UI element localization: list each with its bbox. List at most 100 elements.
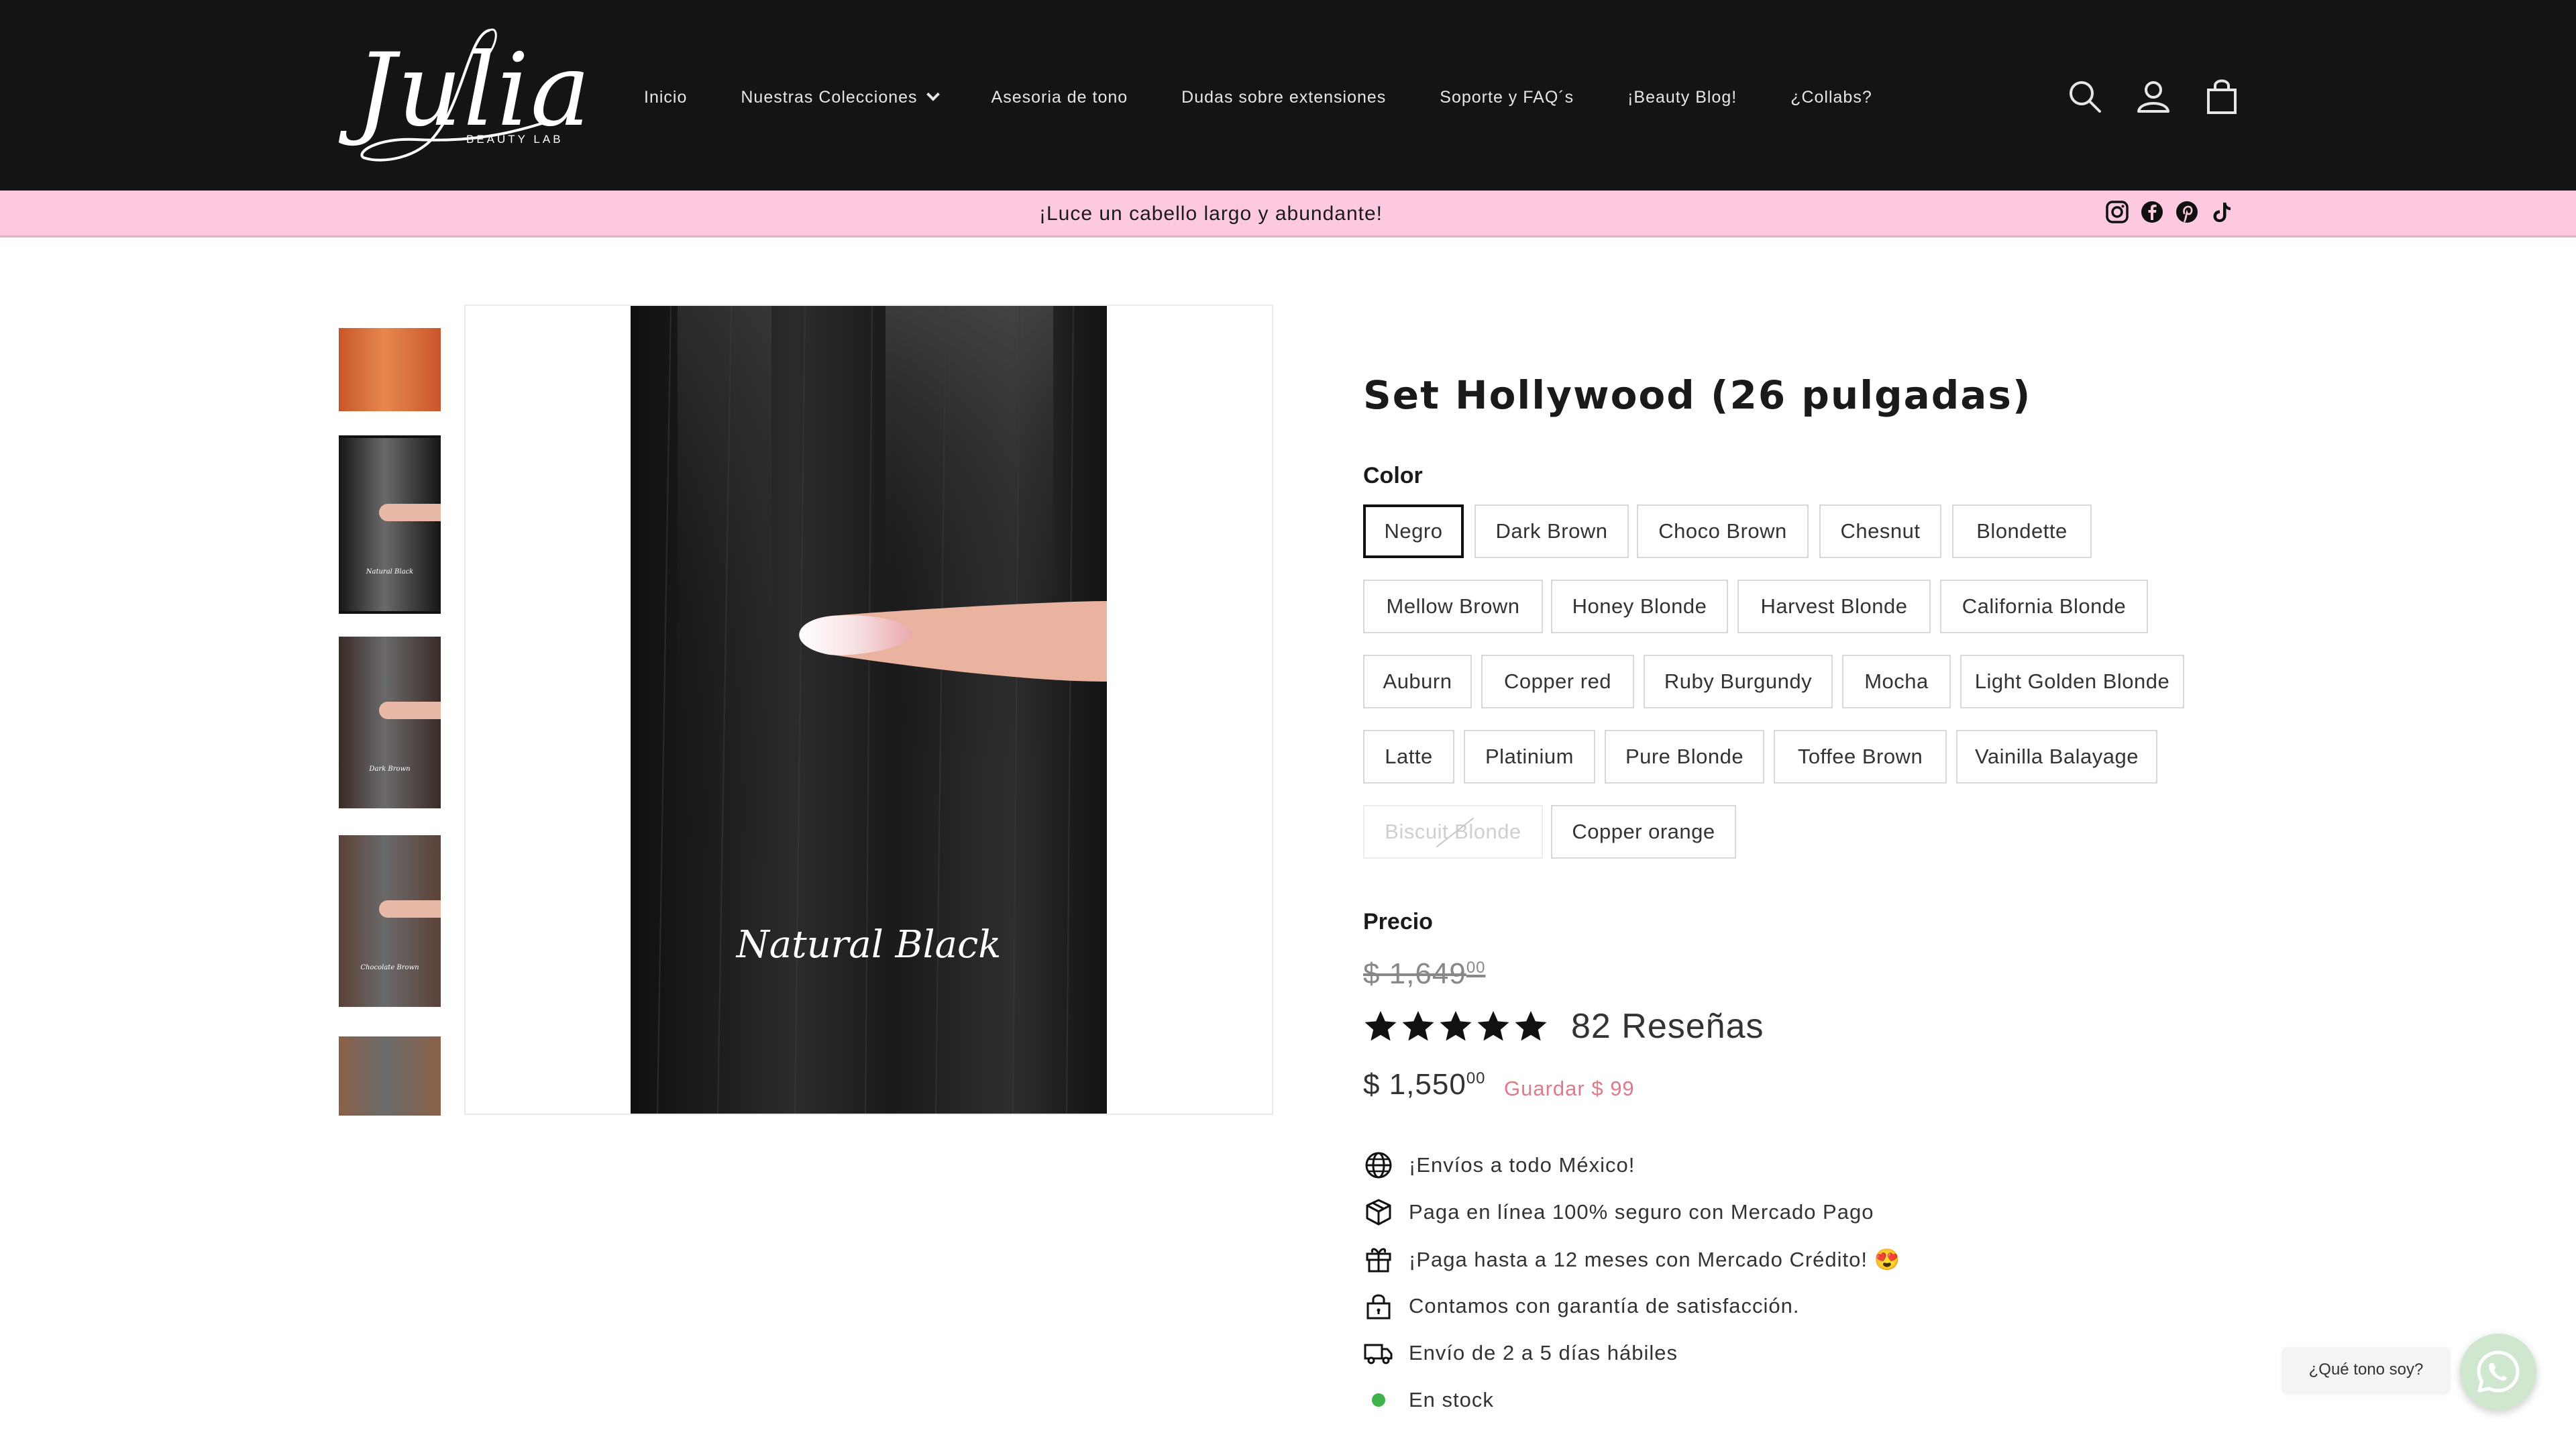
- color-option-harvest-blonde[interactable]: Harvest Blonde: [1737, 580, 1931, 633]
- nav-item-6[interactable]: ¡Beauty Blog!: [1627, 88, 1737, 107]
- nav-item-3[interactable]: Asesoria de tono: [991, 88, 1128, 107]
- color-option-negro[interactable]: Negro: [1363, 504, 1464, 558]
- feature-text: ¡Paga hasta a 12 meses con Mercado Crédi…: [1409, 1247, 1901, 1271]
- nav-item-5[interactable]: Soporte y FAQ´s: [1440, 88, 1574, 107]
- thumbnail-3[interactable]: Dark Brown: [339, 637, 441, 808]
- star-icon: [1513, 1009, 1548, 1044]
- star-icon: [1476, 1009, 1511, 1044]
- brand-logo[interactable]: Julia BEAUTY LAB: [356, 20, 592, 174]
- nav-item-4[interactable]: Dudas sobre extensiones: [1181, 88, 1386, 107]
- star-icon: [1401, 1009, 1436, 1044]
- search-icon[interactable]: [2063, 75, 2106, 118]
- color-option-toffee-brown[interactable]: Toffee Brown: [1774, 730, 1947, 784]
- thumbnail-caption: Dark Brown: [369, 765, 411, 773]
- color-option-platinium[interactable]: Platinium: [1464, 730, 1595, 784]
- savings-badge: Guardar $ 99: [1504, 1077, 1635, 1100]
- stock-indicator: [1372, 1393, 1385, 1407]
- chevron-down-icon: [926, 87, 940, 101]
- gift-icon: [1363, 1244, 1394, 1275]
- nav-item-label: Dudas sobre extensiones: [1181, 87, 1387, 107]
- product-title: Set Hollywood (26 pulgadas): [1363, 372, 2032, 418]
- star-rating: [1363, 1009, 1551, 1044]
- site-header: Julia BEAUTY LAB Inicio Nuestras Coleccio…: [0, 0, 2576, 191]
- nav-item-label: ¿Collabs?: [1790, 87, 1872, 107]
- in-stock-dot-icon: [1363, 1385, 1394, 1415]
- feature-text: En stock: [1409, 1388, 1494, 1411]
- sale-price-main: $ 1,550: [1363, 1068, 1466, 1101]
- thumbnail-1[interactable]: [339, 328, 441, 411]
- nav-item-label: Inicio: [644, 87, 688, 107]
- color-option-vainilla-balayage[interactable]: Vainilla Balayage: [1956, 730, 2157, 784]
- feature-text: Envío de 2 a 5 días hábiles: [1409, 1341, 1678, 1364]
- color-option-ruby-burgundy[interactable]: Ruby Burgundy: [1644, 655, 1833, 708]
- color-option-mellow-brown[interactable]: Mellow Brown: [1363, 580, 1543, 633]
- rating[interactable]: 82 Reseñas: [1363, 1006, 1764, 1046]
- color-option-chesnut[interactable]: Chesnut: [1819, 504, 1941, 558]
- compare-at-price-cents: 00: [1466, 959, 1486, 977]
- hair-illustration: [631, 306, 1107, 1114]
- nav-item-label: ¡Beauty Blog!: [1627, 87, 1737, 107]
- pinterest-icon[interactable]: [2175, 200, 2199, 224]
- color-label: Color: [1363, 463, 1423, 488]
- thumbnail-2[interactable]: Natural Black: [339, 435, 441, 614]
- price-label: Precio: [1363, 909, 1433, 934]
- thumbnail-caption: Chocolate Brown: [360, 964, 419, 971]
- cart-icon[interactable]: [2200, 75, 2243, 118]
- nav-item-label: Asesoria de tono: [991, 87, 1128, 107]
- announcement-bar: ¡Luce un cabello largo y abundante!: [0, 191, 2576, 237]
- nav-item-2[interactable]: Nuestras Colecciones: [741, 87, 940, 107]
- feature-text: Contamos con garantía de satisfacción.: [1409, 1294, 1800, 1318]
- whatsapp-button[interactable]: [2460, 1334, 2536, 1410]
- globe-icon: [1363, 1150, 1394, 1181]
- star-icon: [1363, 1009, 1398, 1044]
- color-option-auburn[interactable]: Auburn: [1363, 655, 1472, 708]
- color-option-pure-blonde[interactable]: Pure Blonde: [1605, 730, 1764, 784]
- color-option-light-golden-blonde[interactable]: Light Golden Blonde: [1960, 655, 2184, 708]
- color-option-copper-orange[interactable]: Copper orange: [1551, 805, 1736, 859]
- hand-thumbnail-shape: [379, 702, 441, 720]
- thumbnail-5[interactable]: [339, 1036, 441, 1116]
- main-product-image[interactable]: Natural Black: [464, 305, 1273, 1115]
- color-option-choco-brown[interactable]: Choco Brown: [1637, 504, 1809, 558]
- feature-item: ¡Envíos a todo México!: [1363, 1148, 1635, 1182]
- nav-item-7[interactable]: ¿Collabs?: [1790, 88, 1872, 107]
- nav-item-label: Nuestras Colecciones: [741, 87, 918, 107]
- color-option-honey-blonde[interactable]: Honey Blonde: [1551, 580, 1728, 633]
- color-option-copper-red[interactable]: Copper red: [1481, 655, 1634, 708]
- star-icon: [1438, 1009, 1473, 1044]
- whatsapp-icon: [2477, 1350, 2520, 1393]
- facebook-icon[interactable]: [2140, 200, 2164, 224]
- main-image-caption: Natural Black: [736, 923, 1002, 967]
- hand-thumbnail-shape: [379, 900, 441, 918]
- feature-text: ¡Envíos a todo México!: [1409, 1153, 1635, 1177]
- feature-item: Envío de 2 a 5 días hábiles: [1363, 1336, 1678, 1370]
- color-option-mocha[interactable]: Mocha: [1842, 655, 1951, 708]
- color-option-dark-brown[interactable]: Dark Brown: [1474, 504, 1629, 558]
- color-option-latte[interactable]: Latte: [1363, 730, 1454, 784]
- sale-price: $ 1,55000: [1363, 1068, 1486, 1102]
- main-nav: Inicio Nuestras Colecciones Asesoria de to…: [644, 80, 1926, 114]
- feature-text: Paga en línea 100% seguro con Mercado Pa…: [1409, 1200, 1874, 1224]
- compare-at-price-main: $ 1,649: [1363, 957, 1466, 990]
- logo-script-text: Julia: [356, 32, 592, 149]
- instagram-icon[interactable]: [2105, 200, 2129, 224]
- feature-item: Contamos con garantía de satisfacción.: [1363, 1289, 1800, 1323]
- thumbnail-4[interactable]: Chocolate Brown: [339, 835, 441, 1007]
- whatsapp-bubble[interactable]: ¿Qué tono soy?: [2282, 1347, 2450, 1393]
- announcement-text: ¡Luce un cabello largo y abundante!: [1038, 203, 1383, 225]
- package-icon: [1363, 1197, 1394, 1228]
- nav-item-1[interactable]: Inicio: [644, 88, 687, 107]
- lock-icon: [1363, 1291, 1394, 1322]
- color-option-blondette[interactable]: Blondette: [1952, 504, 2092, 558]
- sale-price-cents: 00: [1466, 1069, 1486, 1087]
- reviews-count[interactable]: 82 Reseñas: [1571, 1006, 1764, 1046]
- social-links: [2105, 200, 2245, 224]
- thumbnail-strip: Natural Black Dark Brown Chocolate Brown: [339, 305, 441, 1116]
- truck-icon: [1363, 1338, 1394, 1368]
- feature-item: En stock: [1363, 1383, 1494, 1417]
- compare-at-price: $ 1,64900: [1363, 957, 1486, 991]
- account-icon[interactable]: [2132, 75, 2175, 118]
- tiktok-icon[interactable]: [2210, 200, 2234, 224]
- color-option-biscuit-blonde[interactable]: Biscuit Blonde: [1363, 805, 1543, 859]
- color-option-california-blonde[interactable]: California Blonde: [1940, 580, 2148, 633]
